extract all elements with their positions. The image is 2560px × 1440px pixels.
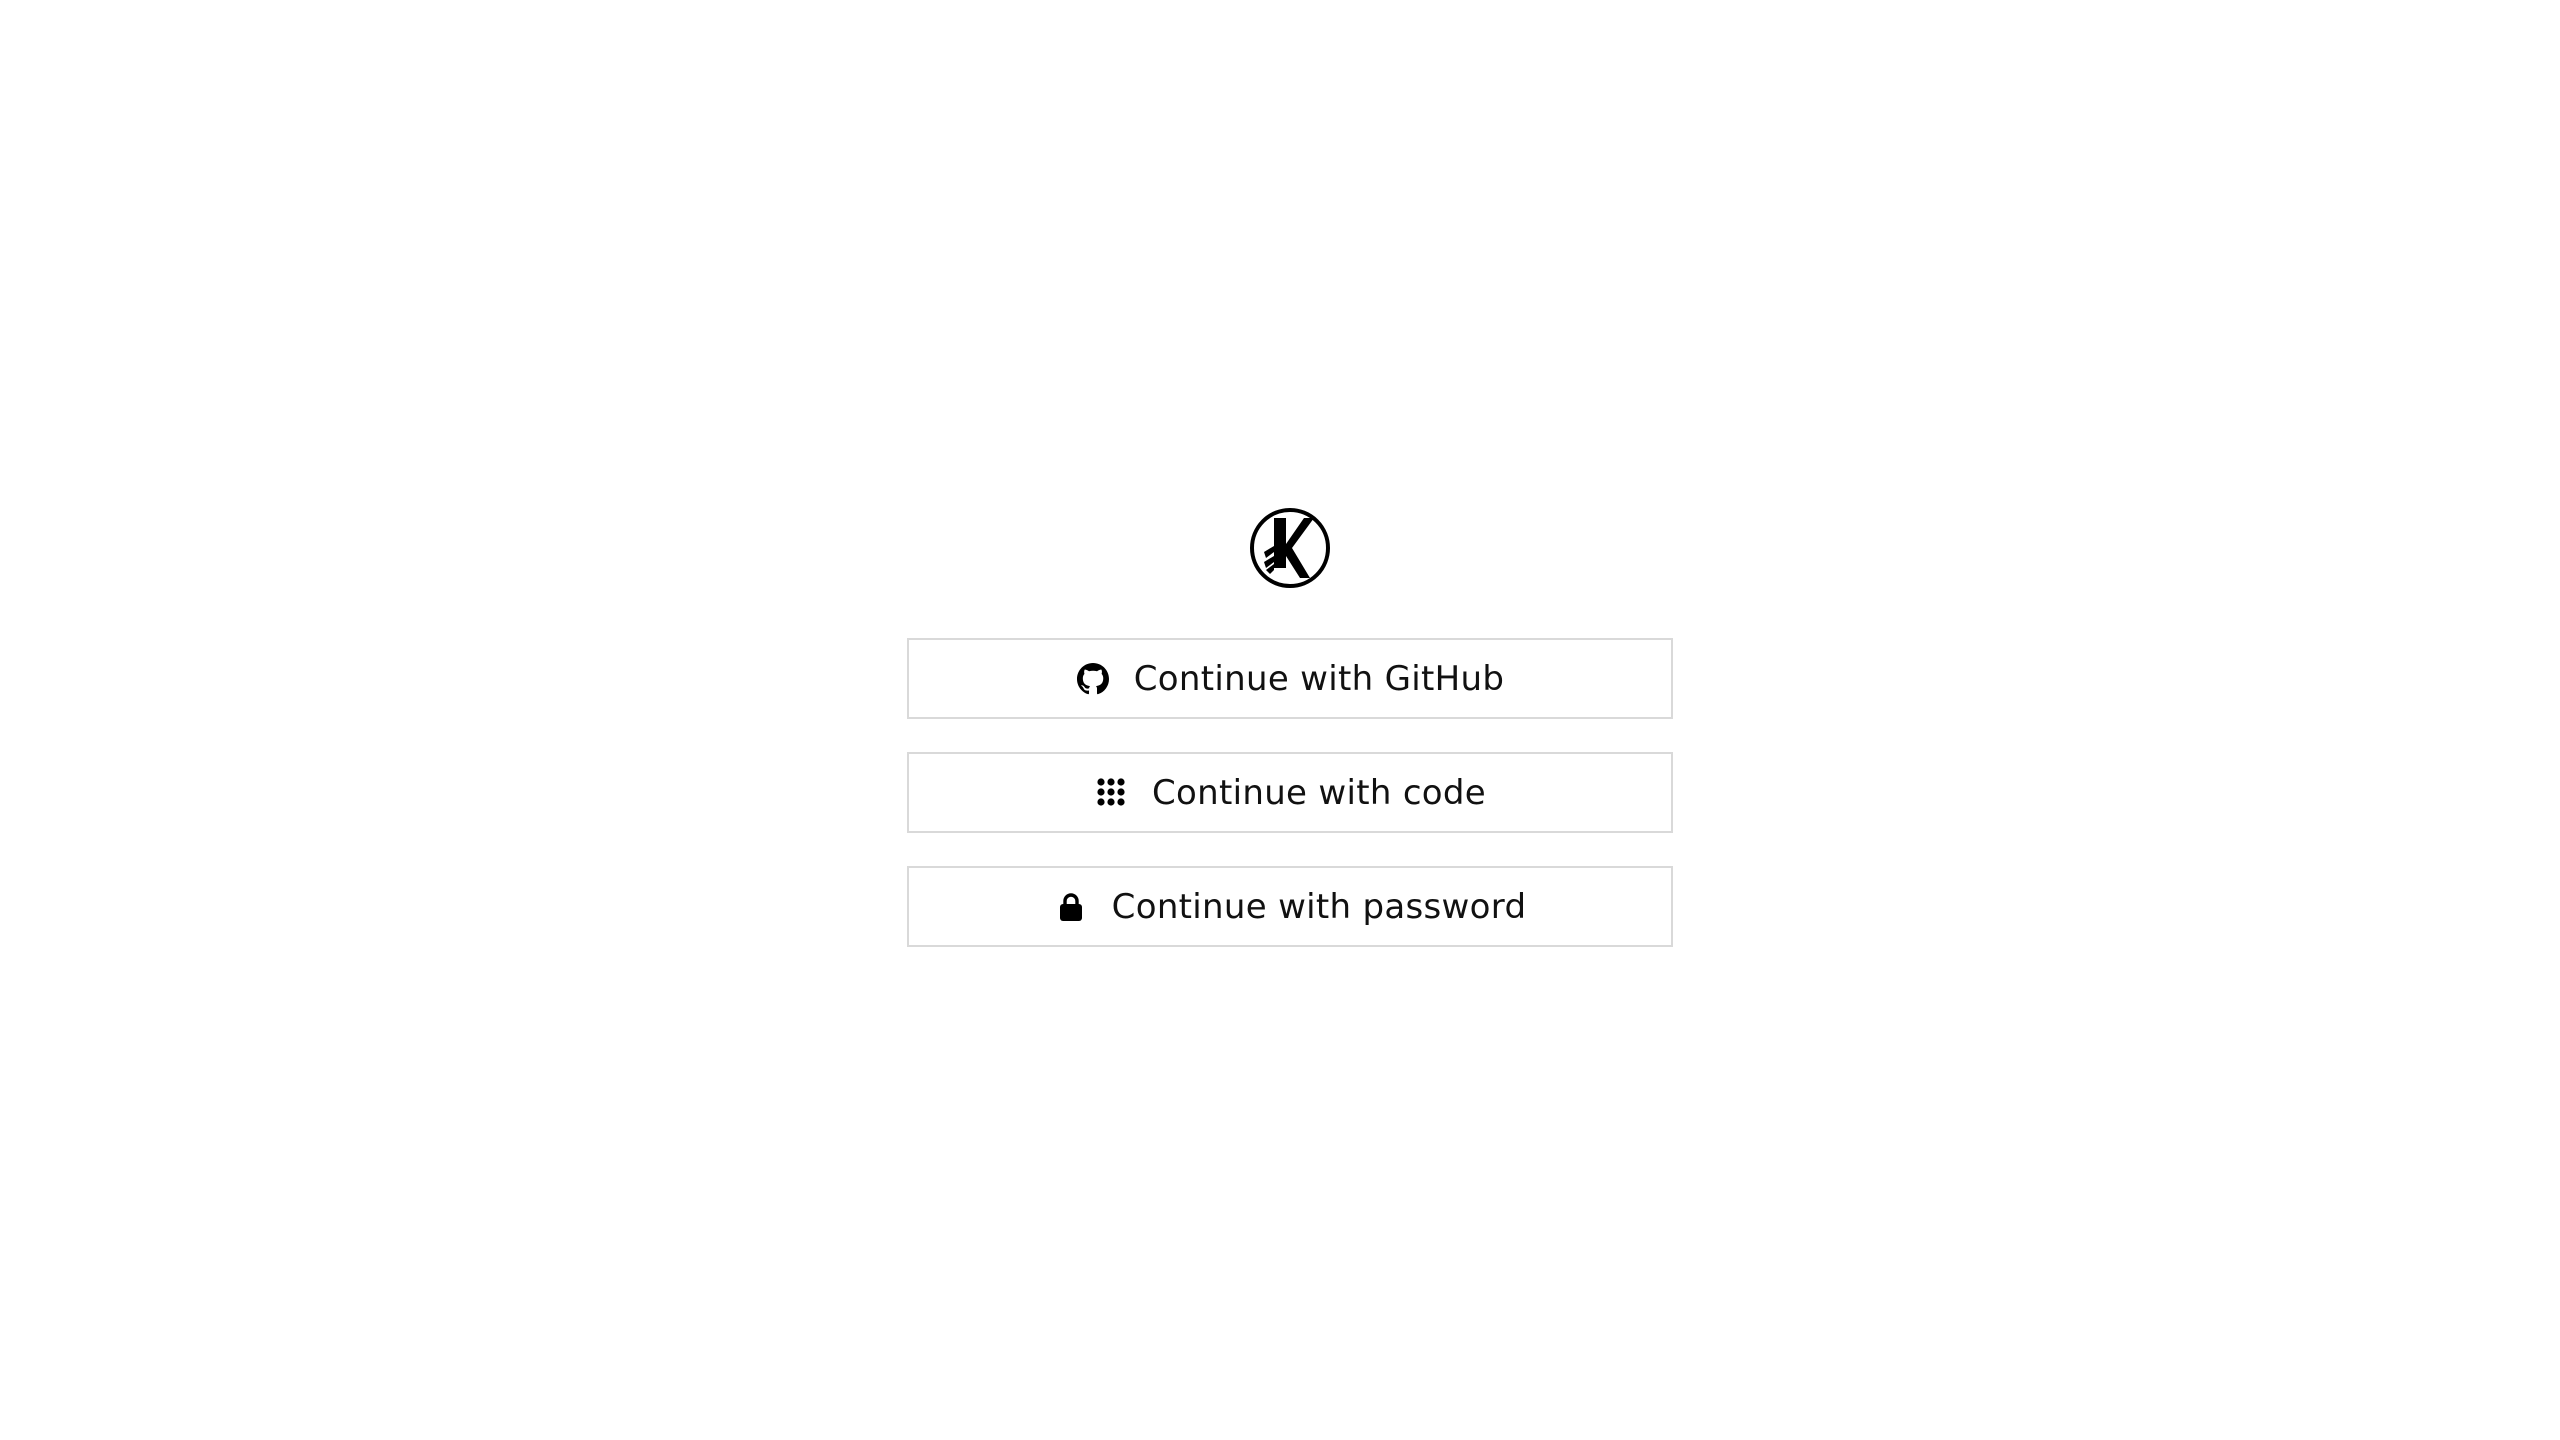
auth-options: Continue with GitHub Continue with code — [907, 638, 1673, 947]
k-circle-logo — [1250, 508, 1330, 588]
login-panel: Continue with GitHub Continue with code — [907, 506, 1673, 947]
continue-with-github-button[interactable]: Continue with GitHub — [907, 638, 1673, 719]
github-button-label: Continue with GitHub — [1133, 658, 1505, 699]
continue-with-password-button[interactable]: Continue with password — [907, 866, 1673, 947]
keypad-icon — [1094, 776, 1128, 810]
github-icon — [1076, 662, 1110, 696]
lock-icon — [1054, 890, 1088, 924]
code-button-label: Continue with code — [1151, 772, 1487, 813]
continue-with-code-button[interactable]: Continue with code — [907, 752, 1673, 833]
password-button-label: Continue with password — [1111, 886, 1527, 927]
